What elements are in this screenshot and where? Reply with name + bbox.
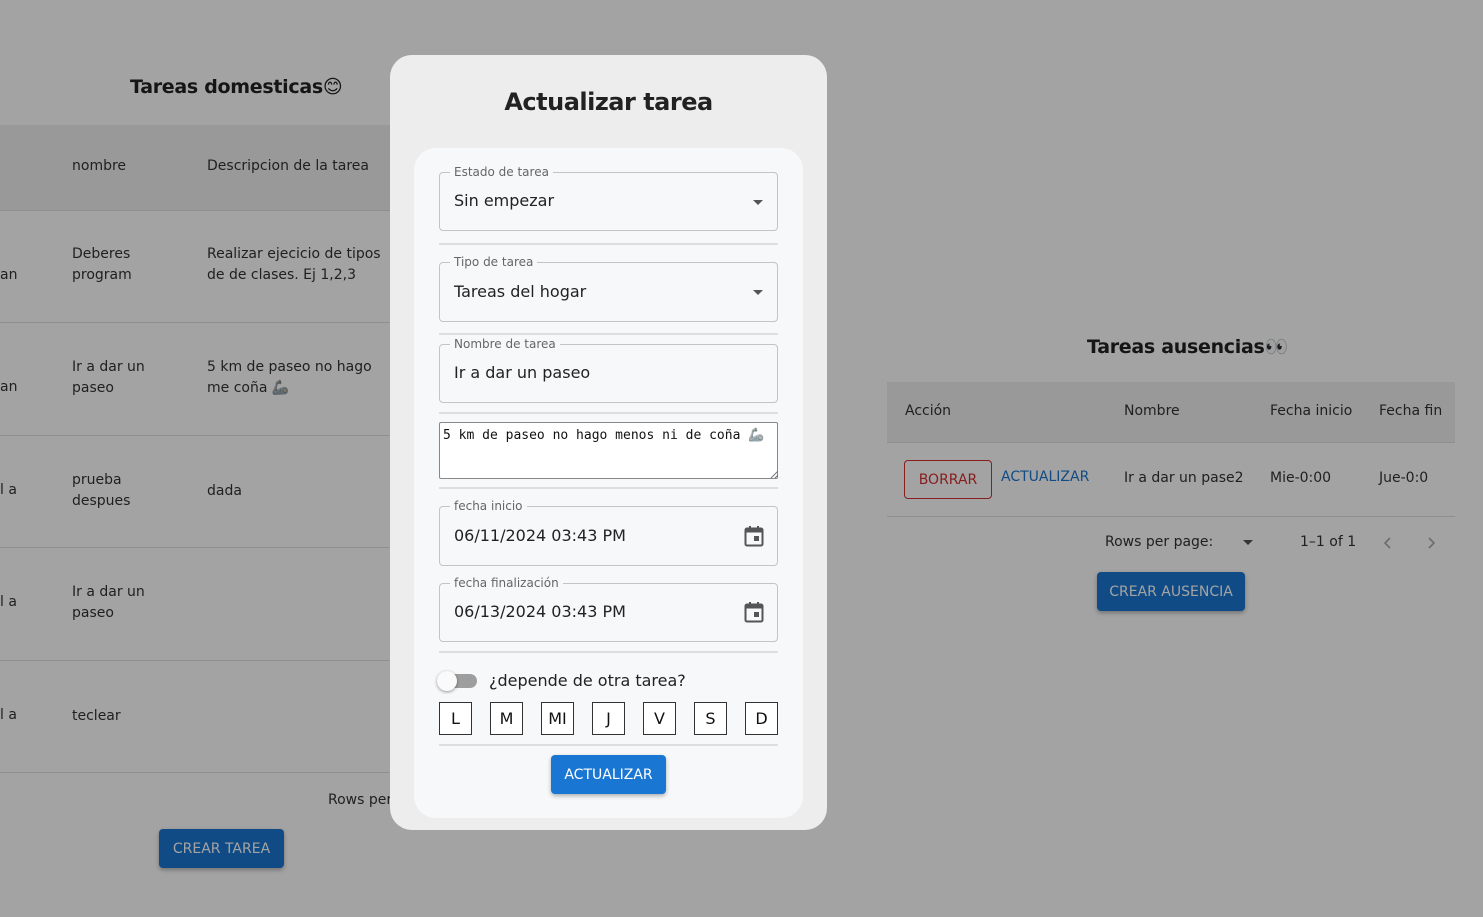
divider: [439, 651, 778, 653]
divider: [439, 412, 778, 414]
divider: [439, 487, 778, 489]
day-button-m[interactable]: M: [490, 702, 523, 735]
fecha-fin-value: 06/13/2024 03:43 PM: [454, 602, 626, 621]
estado-select[interactable]: Estado de tarea Sin empezar: [439, 164, 778, 231]
divider: [439, 333, 778, 335]
day-button-v[interactable]: V: [643, 702, 676, 735]
update-task-modal: Actualizar tarea Estado de tarea Sin emp…: [390, 55, 827, 830]
descripcion-textarea[interactable]: 5 km de paseo no hago menos ni de coña 🦾: [439, 422, 778, 479]
depende-toggle[interactable]: [437, 671, 477, 691]
depende-label: ¿depende de otra tarea?: [489, 671, 686, 690]
modal-title: Actualizar tarea: [504, 88, 713, 116]
tipo-value: Tareas del hogar: [454, 282, 587, 301]
fecha-inicio-label: fecha inicio: [450, 498, 527, 514]
day-button-mi[interactable]: MI: [541, 702, 574, 735]
day-button-j[interactable]: J: [592, 702, 625, 735]
estado-value: Sin empezar: [454, 191, 555, 210]
chevron-down-icon: [753, 290, 763, 295]
day-button-l[interactable]: L: [439, 702, 472, 735]
estado-label: Estado de tarea: [450, 164, 553, 180]
resize-grip-icon[interactable]: [770, 470, 778, 478]
fecha-fin-label: fecha finalización: [450, 575, 563, 591]
day-button-d[interactable]: D: [745, 702, 778, 735]
chevron-down-icon: [753, 200, 763, 205]
fecha-fin-picker[interactable]: fecha finalización 06/13/2024 03:43 PM: [439, 575, 778, 642]
calendar-icon[interactable]: [744, 525, 764, 547]
tipo-label: Tipo de tarea: [450, 254, 538, 270]
fecha-inicio-picker[interactable]: fecha inicio 06/11/2024 03:43 PM: [439, 498, 778, 566]
nombre-value: Ir a dar un paseo: [454, 363, 591, 382]
actualizar-submit-button[interactable]: ACTUALIZAR: [551, 755, 666, 794]
toggle-thumb: [437, 671, 457, 691]
nombre-label: Nombre de tarea: [450, 336, 560, 352]
divider: [439, 744, 778, 746]
nombre-input[interactable]: Nombre de tarea Ir a dar un paseo: [439, 336, 778, 403]
divider: [439, 243, 778, 245]
form-card: Estado de tarea Sin empezar Tipo de tare…: [414, 148, 803, 818]
tipo-select[interactable]: Tipo de tarea Tareas del hogar: [439, 254, 778, 322]
calendar-icon[interactable]: [744, 601, 764, 623]
fecha-inicio-value: 06/11/2024 03:43 PM: [454, 526, 626, 545]
day-button-s[interactable]: S: [694, 702, 727, 735]
